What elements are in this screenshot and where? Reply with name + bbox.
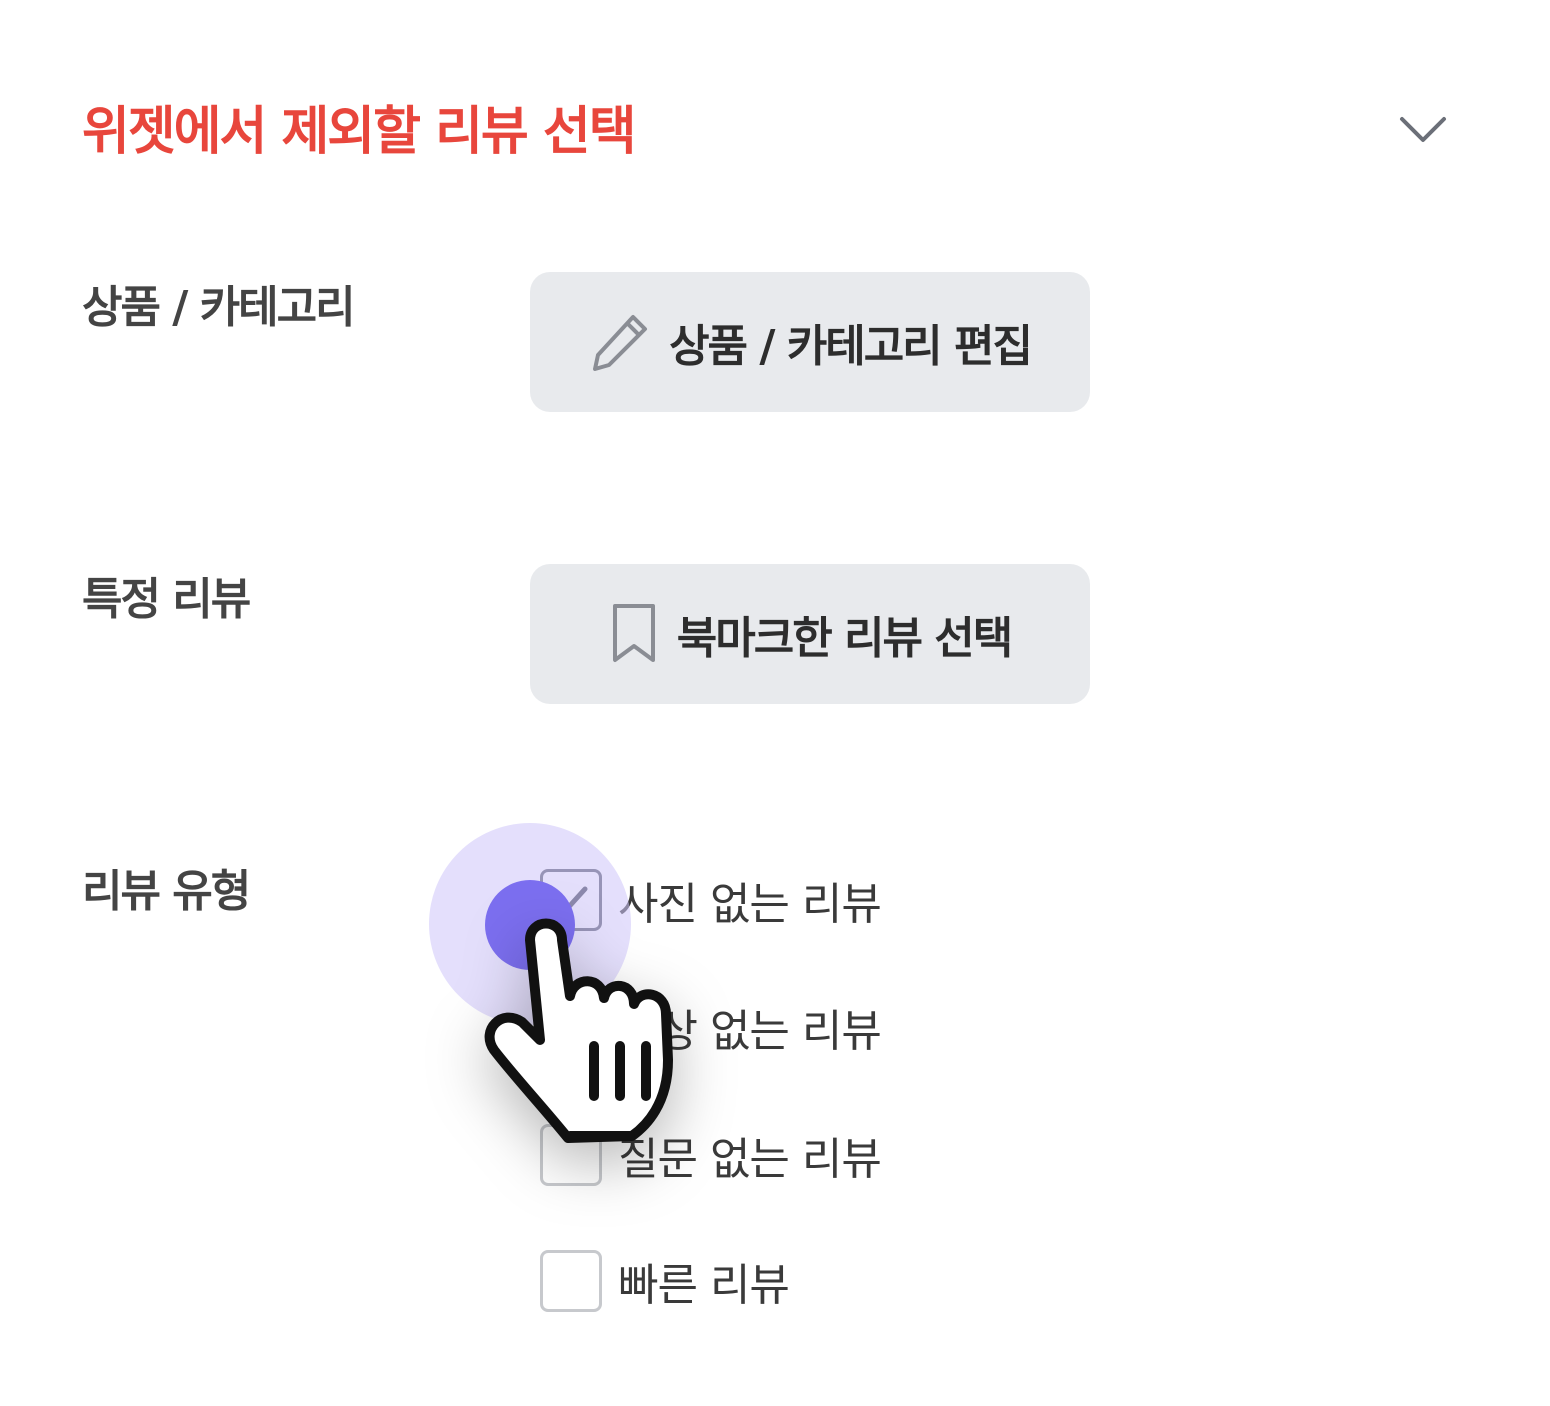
select-bookmarked-review-label: 북마크한 리뷰 선택 [676,613,1013,664]
specific-review-label: 특정 리뷰 [82,574,251,625]
chevron-down-icon [1400,117,1446,142]
product-category-label: 상품 / 카테고리 [82,282,356,333]
checkbox-label: 빠른 리뷰 [618,1260,790,1311]
hand-pointer-icon [484,918,673,1143]
checkbox-quick-review[interactable]: 빠른 리뷰 [540,1246,790,1316]
edit-product-category-label: 상품 / 카테고리 편집 [669,321,1033,372]
review-type-label: 리뷰 유형 [82,866,251,917]
collapse-toggle[interactable] [1395,110,1451,150]
pencil-icon [589,311,651,373]
select-bookmarked-review-button[interactable]: 북마크한 리뷰 선택 [530,564,1090,704]
edit-product-category-button[interactable]: 상품 / 카테고리 편집 [530,272,1090,412]
section-title: 위젯에서 제외할 리뷰 선택 [82,102,637,162]
section-header[interactable]: 위젯에서 제외할 리뷰 선택 [82,92,1472,172]
bookmark-icon [609,602,659,666]
checkbox-box[interactable] [540,1250,602,1312]
